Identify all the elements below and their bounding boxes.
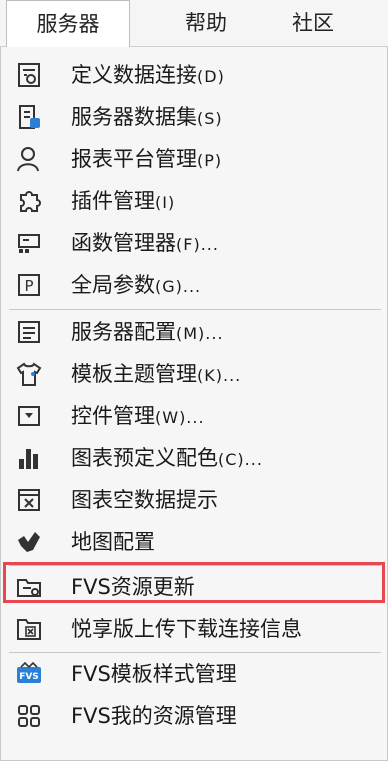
menu-item-chart-color-scheme[interactable]: 图表预定义配色(C)... [1, 437, 388, 479]
menu-item-widget-manager[interactable]: 控件管理(W)... [1, 395, 388, 437]
tab-community[interactable]: 社区 [258, 0, 368, 47]
menu-item-fvs-template-style[interactable]: FVS FVS模板样式管理 [1, 653, 388, 695]
menu-item-label: 模板主题管理 [71, 362, 197, 386]
menu-item-template-theme[interactable]: 模板主题管理(K)... [1, 353, 388, 395]
plugin-icon [15, 187, 43, 215]
menu-item-label: 服务器数据集 [71, 105, 197, 129]
menu-item-hotkey: (K)... [197, 366, 242, 385]
menu-item-label: 图表空数据提示 [71, 488, 218, 512]
menu-item-label: 控件管理 [71, 404, 155, 428]
menu-item-hotkey: (M)... [176, 324, 224, 343]
grid-resource-icon [15, 702, 43, 730]
menu-item-label: FVS资源更新 [71, 575, 195, 599]
menu-item-label: 地图配置 [71, 530, 155, 554]
menu-bar: 服务器 帮助 社区 [0, 0, 388, 48]
widget-icon [15, 402, 43, 430]
server-menu-dropdown: 定义数据连接(D) 服务器数据集(S) 报表平台管理(P) 插件管理(I) 函数… [0, 47, 388, 761]
tab-server[interactable]: 服务器 [6, 0, 130, 48]
function-manager-icon [15, 229, 43, 257]
menu-item-label: FVS模板样式管理 [71, 662, 237, 686]
folder-sync-icon [15, 573, 43, 601]
menu-item-hotkey: (D) [197, 67, 225, 86]
menu-item-label: 悦享版上传下载连接信息 [71, 617, 302, 641]
menu-item-map-config[interactable]: 地图配置 [1, 521, 388, 563]
menu-item-hotkey: (C)... [218, 450, 263, 469]
menu-item-label: 定义数据连接 [71, 63, 197, 87]
server-dataset-icon [15, 103, 43, 131]
menu-item-global-parameter[interactable]: P 全局参数(G)... [1, 264, 388, 306]
menu-item-chart-empty-data[interactable]: 图表空数据提示 [1, 479, 388, 521]
menu-item-upload-download-connection[interactable]: 悦享版上传下载连接信息 [1, 608, 388, 650]
tab-help[interactable]: 帮助 [152, 0, 260, 47]
menu-item-report-platform[interactable]: 报表平台管理(P) [1, 138, 388, 180]
empty-chart-icon [15, 486, 43, 514]
server-config-icon [15, 318, 43, 346]
menu-item-label: 服务器配置 [71, 320, 176, 344]
menu-item-hotkey: (F)... [176, 235, 219, 254]
shirt-theme-icon [15, 360, 43, 388]
menu-item-label: 全局参数 [71, 273, 155, 297]
user-icon [15, 145, 43, 173]
menu-item-hotkey: (P) [197, 151, 223, 170]
menu-item-label: 图表预定义配色 [71, 446, 218, 470]
data-connection-icon [15, 61, 43, 89]
menu-item-plugin-manager[interactable]: 插件管理(I) [1, 180, 388, 222]
menu-item-label: 报表平台管理 [71, 147, 197, 171]
menu-item-server-config[interactable]: 服务器配置(M)... [1, 311, 388, 353]
map-icon [15, 528, 43, 556]
menu-item-hotkey: (W)... [155, 408, 205, 427]
menu-separator [9, 309, 381, 310]
menu-item-hotkey: (G)... [155, 277, 202, 296]
svg-text:P: P [24, 277, 33, 295]
menu-item-label: 插件管理 [71, 189, 155, 213]
menu-item-hotkey: (I) [155, 193, 176, 212]
fvs-icon: FVS [15, 660, 43, 688]
menu-item-function-manager[interactable]: 函数管理器(F)... [1, 222, 388, 264]
menu-item-hotkey: (S) [197, 109, 223, 128]
menu-item-label: 函数管理器 [71, 231, 176, 255]
menu-item-define-data-connection[interactable]: 定义数据连接(D) [1, 54, 388, 96]
menu-item-label: FVS我的资源管理 [71, 704, 237, 728]
bar-chart-icon [15, 444, 43, 472]
svg-text:FVS: FVS [19, 672, 39, 682]
folder-upload-icon [15, 615, 43, 643]
menu-item-fvs-my-resources[interactable]: FVS我的资源管理 [1, 695, 388, 737]
parameter-icon: P [15, 271, 43, 299]
menu-item-server-dataset[interactable]: 服务器数据集(S) [1, 96, 388, 138]
menu-item-fvs-resource-update[interactable]: FVS资源更新 [1, 566, 388, 608]
